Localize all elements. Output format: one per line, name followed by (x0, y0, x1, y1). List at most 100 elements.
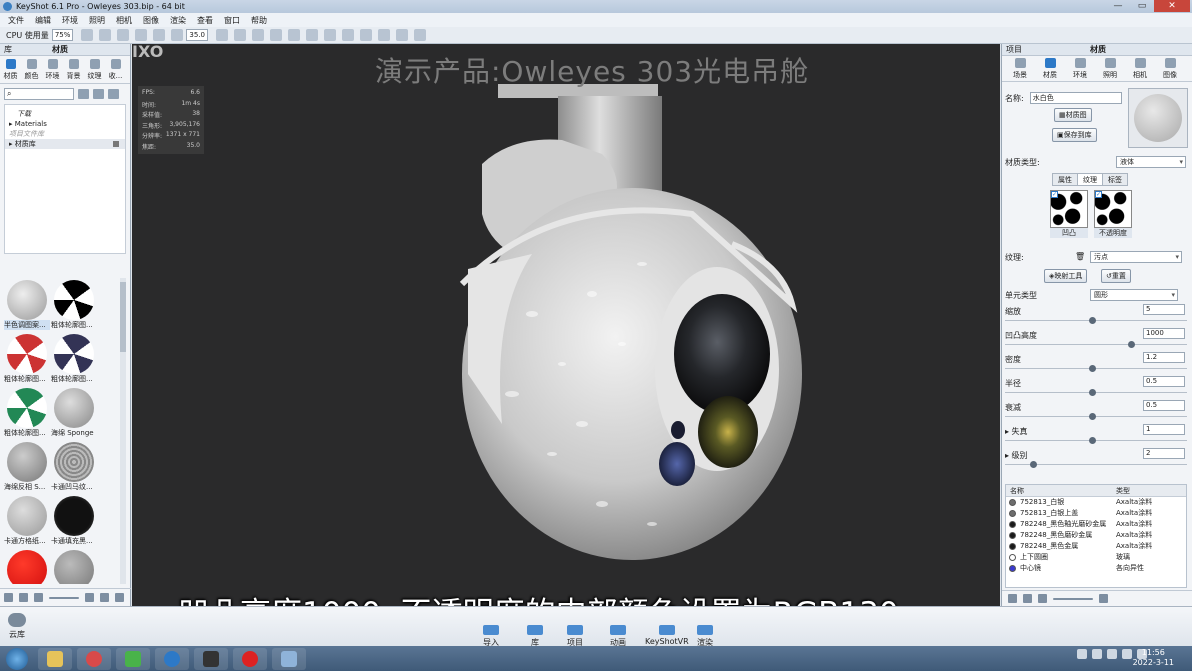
list-item[interactable]: 782248_黑色釉光磨砂金属 Axalta涂料 (1006, 519, 1186, 530)
tab-scene[interactable]: 场景 (1005, 56, 1035, 81)
material-thumbnail[interactable]: 卡通填充黑... (51, 494, 96, 546)
upload-icon[interactable] (100, 593, 109, 602)
menu-camera[interactable]: 相机 (116, 15, 132, 26)
open-folder-icon[interactable] (93, 89, 104, 99)
screenshot-icon[interactable] (377, 29, 390, 41)
material-thumbnail[interactable] (51, 548, 96, 584)
taskbar-keyshot[interactable] (155, 647, 189, 670)
menu-help[interactable]: 帮助 (251, 15, 267, 26)
menu-edit[interactable]: 编辑 (35, 15, 51, 26)
menu-window[interactable]: 窗口 (224, 15, 240, 26)
bump-enabled-checkbox[interactable]: ✓ (1051, 191, 1058, 198)
zoom-in-icon[interactable] (1099, 594, 1108, 603)
tray-volume-icon[interactable] (1107, 649, 1117, 659)
param-value-input[interactable]: 5 (1143, 304, 1185, 315)
subtab-properties[interactable]: 属性 (1052, 173, 1078, 186)
material-thumbnail[interactable]: 卡通凹马纹... (51, 440, 96, 492)
settings-icon[interactable] (115, 593, 124, 602)
zoom-out-icon[interactable] (34, 593, 43, 602)
menu-view[interactable]: 查看 (197, 15, 213, 26)
list-item[interactable]: 782248_黑色磨砂金属 Axalta涂料 (1006, 530, 1186, 541)
param-slider-knob[interactable] (1030, 461, 1037, 468)
taskbar-input-method[interactable] (194, 647, 228, 670)
minimize-button[interactable]: — (1106, 0, 1130, 12)
trash-icon[interactable]: 🗑 (1075, 252, 1085, 261)
start-button[interactable] (6, 647, 28, 670)
bump-texture-slot[interactable]: ✓ 凹凸 (1050, 190, 1088, 238)
tab-colors[interactable]: 颜色 (21, 56, 42, 83)
menu-render[interactable]: 渲染 (170, 15, 186, 26)
taskbar-wechat[interactable] (116, 647, 150, 670)
zoom-icon[interactable] (215, 29, 228, 41)
scrollbar-thumb[interactable] (120, 282, 126, 352)
material-thumbnail[interactable]: 粗体轮廓图... (4, 332, 49, 384)
refresh-library-icon[interactable] (108, 89, 119, 99)
library-search-input[interactable]: ⌕ (4, 88, 74, 100)
param-slider-knob[interactable] (1089, 365, 1096, 372)
tab-favorites[interactable]: 收... (105, 56, 126, 83)
list-item[interactable]: 752813_白银 Axalta涂料 (1006, 497, 1186, 508)
param-value-input[interactable]: 1000 (1143, 328, 1185, 339)
grid-view-icon[interactable] (1008, 594, 1017, 603)
reset-camera-icon[interactable] (287, 29, 300, 41)
size-slider[interactable] (1053, 597, 1093, 600)
menu-lighting[interactable]: 照明 (89, 15, 105, 26)
save-to-library-button[interactable]: ▣ 保存到库 (1052, 128, 1097, 142)
maximize-button[interactable]: ▭ (1130, 0, 1154, 12)
material-thumbnail[interactable]: 海绵反相 S... (4, 440, 49, 492)
taskbar-explorer[interactable] (38, 647, 72, 670)
taskbar-app[interactable] (272, 647, 306, 670)
param-slider-knob[interactable] (1089, 389, 1096, 396)
opacity-texture-slot[interactable]: ✓ 不透明度 (1094, 190, 1132, 238)
param-slider-knob[interactable] (1089, 413, 1096, 420)
tray-ime-icon[interactable] (1077, 649, 1087, 659)
param-value-input[interactable]: 1.2 (1143, 352, 1185, 363)
tab-lighting[interactable]: 照明 (1095, 56, 1125, 81)
image-icon[interactable] (413, 29, 426, 41)
pan-icon[interactable] (233, 29, 246, 41)
taskbar-clock[interactable]: 11:56 2022-3-11 (1133, 648, 1174, 668)
material-type-select[interactable]: 液体 (1116, 156, 1186, 168)
geometry-icon[interactable] (341, 29, 354, 41)
tree-item-materials[interactable]: ▸ Materials (5, 119, 125, 129)
menu-environment[interactable]: 环境 (62, 15, 78, 26)
tab-material[interactable]: 材质 (1035, 56, 1065, 81)
tab-environment[interactable]: 环境 (1065, 56, 1095, 81)
param-slider-track[interactable] (1005, 344, 1187, 345)
tab-image[interactable]: 图像 (1155, 56, 1185, 81)
thumbnail-scrollbar[interactable] (120, 278, 126, 584)
taskbar-browser[interactable] (77, 647, 111, 670)
tray-security-icon[interactable] (1122, 649, 1132, 659)
zoom-out-icon[interactable] (1038, 594, 1047, 603)
ribbon-import-button[interactable]: 导入 (483, 625, 499, 648)
rotate-icon[interactable] (251, 29, 264, 41)
grid-view-icon[interactable] (4, 593, 13, 602)
ribbon-animation-button[interactable]: 动画 (610, 625, 626, 648)
import-icon[interactable] (135, 29, 148, 41)
taskbar-recorder[interactable] (233, 647, 267, 670)
menu-file[interactable]: 文件 (8, 15, 24, 26)
reset-button[interactable]: ↺ 重置 (1101, 269, 1131, 283)
region-render-icon[interactable] (359, 29, 372, 41)
add-folder-icon[interactable] (78, 89, 89, 99)
tab-materials[interactable]: 材质 (0, 56, 21, 83)
col-type[interactable]: 类型 (1116, 485, 1130, 496)
ribbon-project-button[interactable]: 项目 (567, 625, 583, 648)
list-view-icon[interactable] (1023, 594, 1032, 603)
tray-network-icon[interactable] (1092, 649, 1102, 659)
material-thumbnail[interactable] (4, 548, 49, 584)
subtab-labels[interactable]: 标签 (1102, 173, 1128, 186)
list-item[interactable]: 中心镜 各向异性 (1006, 563, 1186, 574)
list-view-icon[interactable] (19, 593, 28, 602)
texture-type-select[interactable]: 污点 (1090, 251, 1182, 263)
tumble-icon[interactable] (269, 29, 282, 41)
tab-environments[interactable]: 环境 (42, 56, 63, 83)
param-value-input[interactable]: 0.5 (1143, 376, 1185, 387)
mapping-tool-button[interactable]: ◈ 映射工具 (1044, 269, 1088, 283)
list-item[interactable]: 上下圆圈 玻璃 (1006, 552, 1186, 563)
refresh-icon[interactable] (117, 29, 130, 41)
param-slider-track[interactable] (1005, 320, 1187, 321)
list-item[interactable]: 782248_黑色金属 Axalta涂料 (1006, 541, 1186, 552)
tab-backplates[interactable]: 背景 (63, 56, 84, 83)
param-slider-track[interactable] (1005, 392, 1187, 393)
